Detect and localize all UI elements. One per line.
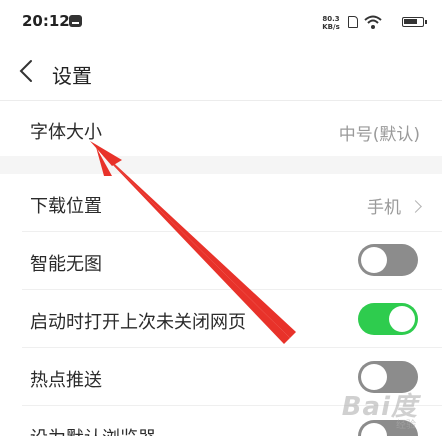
watermark-sub: 经验 <box>396 420 416 431</box>
setting-label-restore-tabs: 启动时打开上次未关闭网页 <box>30 312 246 333</box>
toggle-knob <box>361 423 387 436</box>
toggle-knob <box>361 247 387 273</box>
status-time: 20:12 <box>22 12 70 30</box>
setting-label-hot-push: 热点推送 <box>30 370 102 391</box>
sim-card-icon <box>348 16 358 28</box>
header-bar: 设置 <box>0 44 442 100</box>
section-divider <box>0 156 442 174</box>
download-location-text: 手机 <box>367 198 401 218</box>
setting-row-restore-tabs: 启动时打开上次未关闭网页 <box>0 290 442 348</box>
setting-value-font-size: 中号(默认) <box>338 125 420 145</box>
network-speed: 80.3 KB/s <box>322 15 340 31</box>
wifi-icon <box>364 15 382 29</box>
network-speed-value: 80.3 <box>322 15 340 23</box>
setting-row-download-location[interactable]: 下载位置 手机 <box>0 174 442 232</box>
setting-label-download-location: 下载位置 <box>30 196 102 217</box>
setting-label-smart-no-image: 智能无图 <box>30 254 102 275</box>
page-title: 设置 <box>52 64 92 88</box>
status-bar: 20:12 80.3 KB/s <box>0 0 442 44</box>
chevron-right-icon <box>409 200 422 213</box>
setting-label-default-browser: 设为默认浏览器 <box>30 424 156 436</box>
setting-row-font-size[interactable]: 字体大小 中号(默认) <box>0 101 442 156</box>
network-speed-unit: KB/s <box>322 23 340 31</box>
setting-row-smart-no-image: 智能无图 <box>0 232 442 290</box>
toggle-knob <box>389 306 415 332</box>
battery-icon <box>402 17 427 27</box>
watermark: Bai度 经验 <box>342 386 418 431</box>
restore-tabs-toggle[interactable] <box>358 303 418 335</box>
back-arrow-icon[interactable] <box>14 58 40 84</box>
message-notification-icon <box>69 15 82 27</box>
setting-label-font-size: 字体大小 <box>30 122 102 143</box>
setting-value-download-location: 手机 <box>367 193 422 218</box>
smart-no-image-toggle[interactable] <box>358 244 418 276</box>
